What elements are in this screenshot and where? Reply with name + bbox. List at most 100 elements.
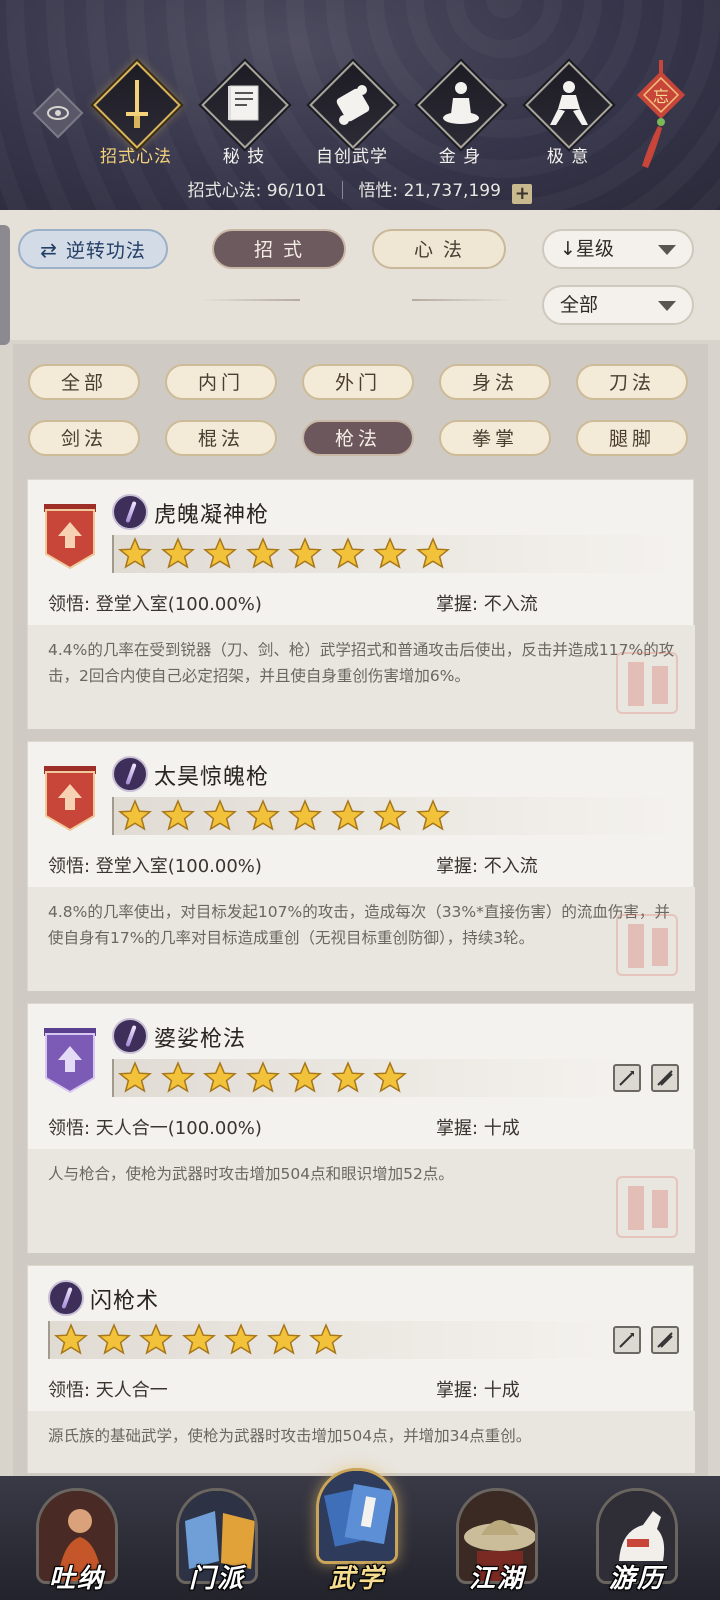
filter-chip-fist[interactable]: 拳掌 <box>439 420 551 456</box>
skill-name: 太昊惊魄枪 <box>154 765 270 790</box>
tab-mind-methods[interactable]: 心 法 <box>372 229 506 269</box>
star-icon <box>224 1323 258 1355</box>
skill-description: 4.8%的几率使出，对目标发起107%的攻击，造成每次（33%*直接伤害）的流血… <box>28 887 695 991</box>
skill-name: 闪枪术 <box>90 1289 160 1314</box>
star-icon <box>160 537 195 569</box>
reverse-technique-button[interactable]: ⇄ 逆转功法 <box>18 229 168 269</box>
forget-knot-button[interactable]: 忘 <box>632 60 692 170</box>
star-icon <box>373 537 407 569</box>
sort-down-arrow-icon: ↓ <box>560 238 576 260</box>
tab-secret-skills[interactable]: 秘 技 <box>194 61 294 170</box>
filter-chip-leg[interactable]: 腿脚 <box>576 420 688 456</box>
nav-travel[interactable]: 游历 <box>582 1476 692 1600</box>
star-icon <box>181 1323 216 1355</box>
star-icon <box>266 1323 301 1355</box>
chinese-knot-icon: 忘 <box>636 60 686 168</box>
star-icon <box>203 537 237 569</box>
star-icon <box>160 799 195 831</box>
skill-name: 婆娑枪法 <box>154 1027 247 1052</box>
nav-jianghu[interactable]: 江湖 <box>442 1476 552 1600</box>
red-seal-stamp <box>616 652 678 714</box>
spear-weapon-icon[interactable] <box>613 1064 641 1092</box>
nav-breathing[interactable]: 吐纳 <box>22 1476 132 1600</box>
skill-name: 虎魄凝神枪 <box>154 503 270 528</box>
tab-moves[interactable]: 招 式 <box>212 229 346 269</box>
top-header: 招式心法 秘 技 自创武学 金 身 极 意 忘 招式心法: 96/101 悟性:… <box>0 0 720 210</box>
red-seal-stamp <box>616 914 678 976</box>
comprehension-level: 领悟: 登堂入室(100.00%) <box>48 856 262 877</box>
star-icon <box>288 537 322 569</box>
add-insight-button[interactable]: + <box>512 184 533 204</box>
nav-sect[interactable]: 门派 <box>162 1476 272 1600</box>
spear-skill-icon <box>112 1018 148 1054</box>
skill-card[interactable]: 婆娑枪法 领悟: 天人合一(100.00%) 掌握: 十成 人与枪合，使枪为武器… <box>27 1003 695 1253</box>
mastery-level: 掌握: 十成 <box>436 1380 520 1401</box>
spear-skill-icon <box>48 1280 84 1316</box>
nav-martial-arts[interactable]: 武学 <box>302 1468 412 1600</box>
star-icon <box>330 799 365 831</box>
star-icon <box>118 537 152 569</box>
tab-ultimate-intent[interactable]: 极 意 <box>518 61 618 170</box>
decorative-divider <box>412 299 512 301</box>
spear-skill-icon <box>112 494 148 530</box>
nav-label: 吐纳 <box>48 1564 105 1594</box>
swap-arrows-icon: ⇄ <box>40 238 58 262</box>
tab-self-created-martial-arts[interactable]: 自创武学 <box>302 61 402 170</box>
comprehension-level: 领悟: 天人合一 <box>48 1380 168 1401</box>
slash-effect-icon[interactable] <box>651 1064 679 1092</box>
chevron-down-icon <box>658 301 676 311</box>
nav-label: 武学 <box>328 1564 385 1594</box>
filter-chip-sword[interactable]: 剑法 <box>28 420 140 456</box>
filter-chip-staff[interactable]: 棍法 <box>165 420 277 456</box>
mastery-level: 掌握: 不入流 <box>436 594 538 615</box>
skill-card[interactable]: 闪枪术 领悟: 天人合一 掌握: 十成 源氏族的基础武学，使枪为武器时攻击增加5… <box>27 1265 695 1473</box>
tab-moves-techniques[interactable]: 招式心法 <box>86 61 186 170</box>
tab-label: 自创武学 <box>316 147 388 167</box>
star-icon <box>309 1323 343 1355</box>
star-icon <box>245 537 280 569</box>
tab-label: 金 身 <box>438 147 482 167</box>
star-icon <box>288 799 322 831</box>
nav-label: 江湖 <box>468 1564 525 1594</box>
comprehension-level: 领悟: 天人合一(100.00%) <box>48 1118 262 1139</box>
category-dropdown[interactable]: 全部 <box>542 285 694 325</box>
tab-golden-body[interactable]: 金 身 <box>410 61 510 170</box>
star-icon <box>160 1061 195 1093</box>
skill-description: 人与枪合，使枪为武器时攻击增加504点和眼识增加52点。 <box>28 1149 695 1253</box>
star-icon <box>330 1061 365 1093</box>
sort-dropdown-label: 星级 <box>575 238 614 260</box>
skill-description: 源氏族的基础武学，使枪为武器时攻击增加504点，并增加34点重创。 <box>28 1411 695 1473</box>
star-icon <box>245 799 280 831</box>
rank-up-badge-red-icon <box>44 504 96 570</box>
chevron-down-icon <box>658 245 676 255</box>
eye-toggle-button[interactable] <box>32 87 84 139</box>
slash-effect-icon[interactable] <box>651 1326 679 1354</box>
filter-chip-inner[interactable]: 内门 <box>165 364 277 400</box>
filter-chip-spear[interactable]: 枪法 <box>302 420 414 456</box>
eye-icon <box>47 106 69 120</box>
book-icon <box>228 85 259 121</box>
star-rating <box>112 1059 632 1097</box>
header-stats: 招式心法: 96/101 悟性: 21,737,199 + <box>0 176 720 204</box>
sort-dropdown[interactable]: ↓星级 <box>542 229 694 269</box>
skill-card[interactable]: 太昊惊魄枪 领悟: 登堂入室(100.00%) 掌握: 不入流 4.8%的几率使… <box>27 741 695 991</box>
martial-arts-books-icon <box>319 1471 395 1561</box>
spear-weapon-icon[interactable] <box>613 1326 641 1354</box>
reverse-label: 逆转功法 <box>65 240 146 262</box>
tab-label: 招式心法 <box>100 147 172 167</box>
star-rating <box>112 797 682 835</box>
filter-chip-outer[interactable]: 外门 <box>302 364 414 400</box>
insight-value: 悟性: 21,737,199 <box>358 181 501 201</box>
filter-chip-all[interactable]: 全部 <box>28 364 140 400</box>
moves-count: 招式心法: 96/101 <box>187 181 327 201</box>
skill-card[interactable]: 虎魄凝神枪 领悟: 登堂入室(100.00%) 掌握: 不入流 4.4%的几率在… <box>27 479 695 729</box>
filter-chip-movement[interactable]: 身法 <box>439 364 551 400</box>
decorative-divider <box>200 299 300 301</box>
filter-chip-blade[interactable]: 刀法 <box>576 364 688 400</box>
mastery-level: 掌握: 不入流 <box>436 856 538 877</box>
side-drawer-handle[interactable] <box>0 225 10 345</box>
star-icon <box>203 799 237 831</box>
red-seal-stamp <box>616 1176 678 1238</box>
star-icon <box>245 1061 280 1093</box>
svg-text:忘: 忘 <box>653 87 669 106</box>
